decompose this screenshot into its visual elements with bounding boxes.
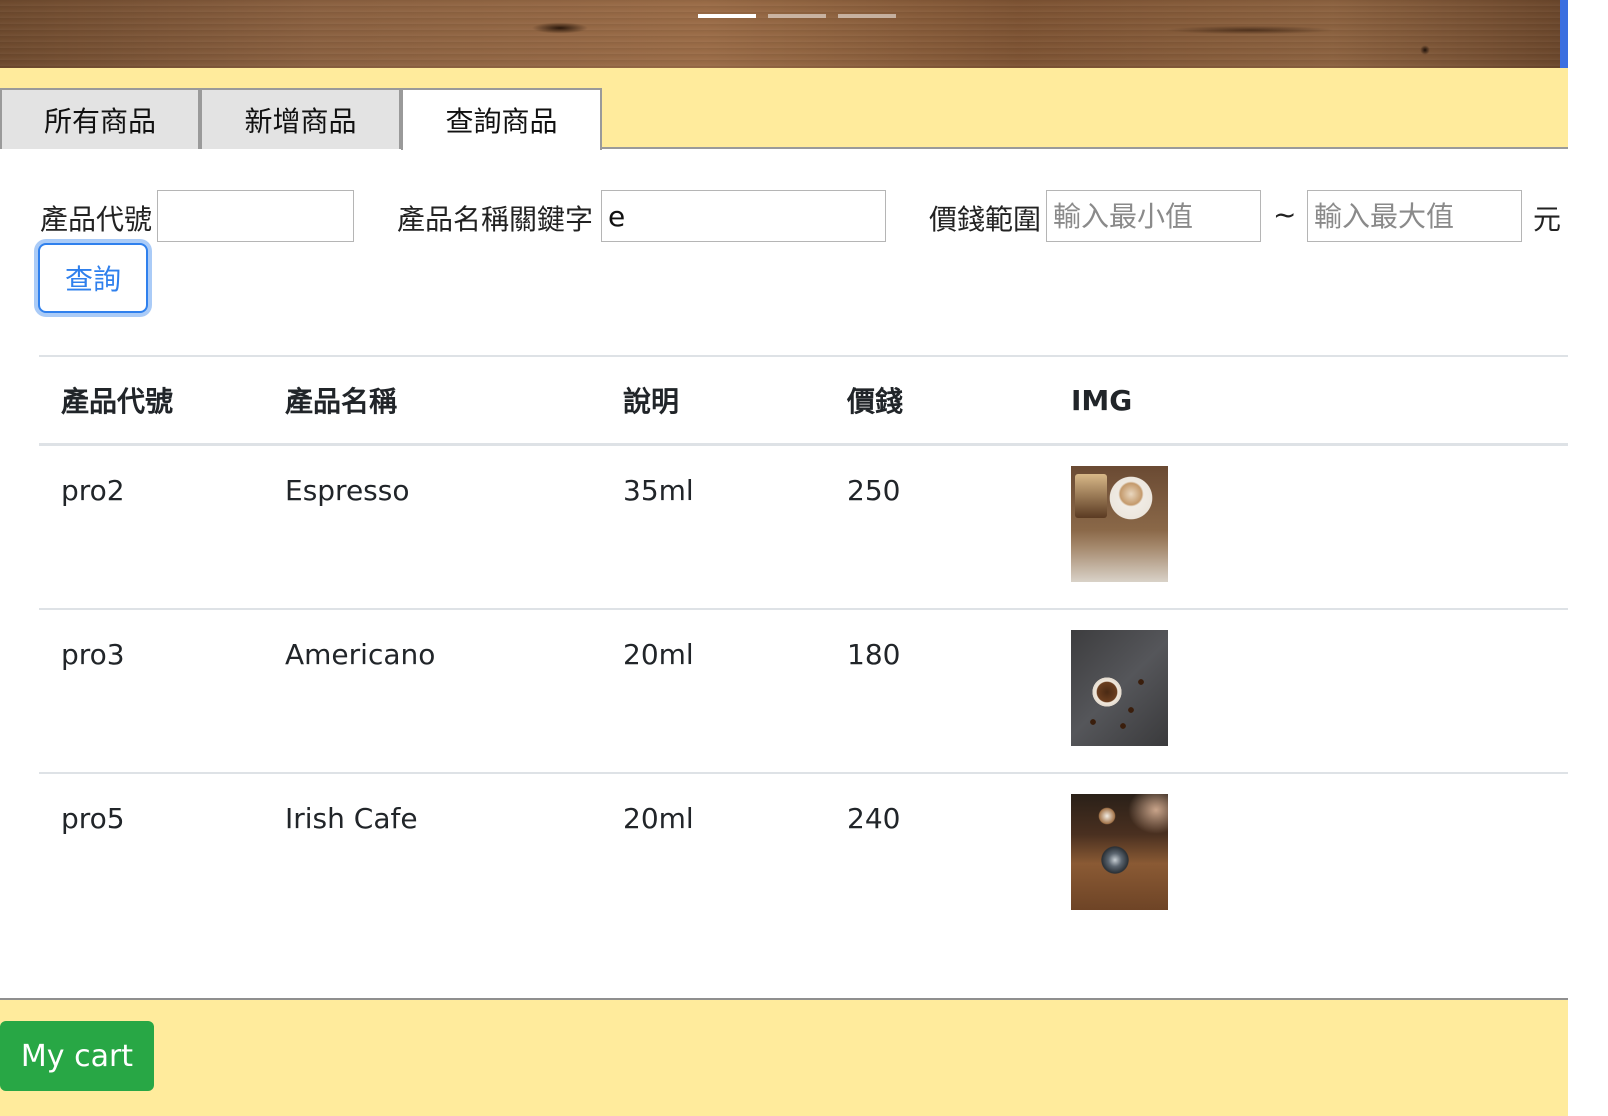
price-range-separator: ~ [1273,198,1297,231]
hero-carousel [0,0,1568,68]
carousel-indicator-3[interactable] [838,14,896,18]
product-table: 產品代號 產品名稱 說明 價錢 IMG pro2 Espresso 35ml 2… [39,355,1568,936]
footer-bar: My cart [0,998,1568,1116]
cell-product-name: Americano [263,609,601,774]
product-code-label: 產品代號 [40,203,153,236]
search-button[interactable]: 查詢 [38,243,148,313]
cell-description: 20ml [623,802,694,835]
product-name-keyword-input[interactable] [601,190,886,242]
table-row: pro3 Americano 20ml 180 [39,609,1568,774]
header-description: 說明 [601,355,825,446]
table-row: pro5 Irish Cafe 20ml 240 [39,773,1568,936]
cell-img [1049,773,1568,936]
cell-description: 35ml [601,444,825,610]
product-image-espresso [1071,466,1168,582]
tab-bar: 所有商品 新增商品 查詢商品 [0,68,1568,150]
my-cart-button[interactable]: My cart [0,1021,154,1091]
tab-search-product[interactable]: 查詢商品 [401,88,602,150]
header-product-code: 產品代號 [39,355,263,446]
search-form: 產品代號 產品名稱關鍵字 價錢範圍 ~ 元 [40,190,1568,244]
cell-img [1049,609,1568,774]
cell-price: 240 [847,802,901,835]
price-range-label: 價錢範圍 [929,203,1042,236]
carousel-indicator-1[interactable] [698,14,756,18]
table-row: pro2 Espresso 35ml 250 [39,444,1568,610]
product-name-keyword-label: 產品名稱關鍵字 [397,203,594,236]
header-img: IMG [1049,355,1568,446]
header-price: 價錢 [825,355,1049,446]
cell-price: 250 [825,444,1049,610]
cell-description: 20ml [601,609,825,774]
cell-product-code: pro2 [39,444,263,610]
page: 所有商品 新增商品 查詢商品 產品代號 產品名稱關鍵字 價錢範圍 ~ 元 查詢 … [0,0,1608,1116]
table-header-row: 產品代號 產品名稱 說明 價錢 IMG [39,355,1568,446]
tab-all-products[interactable]: 所有商品 [0,88,200,149]
product-image-americano [1071,630,1168,746]
price-max-input[interactable] [1307,190,1522,242]
tab-add-product[interactable]: 新增商品 [200,88,401,149]
cell-img [1049,444,1568,610]
carousel-indicator-2[interactable] [768,14,826,18]
price-min-input[interactable] [1046,190,1261,242]
hero-edge [1560,0,1568,68]
carousel-indicators [698,14,896,18]
currency-label: 元 [1533,203,1562,236]
cell-product-code: pro3 [39,609,263,774]
product-code-input[interactable] [157,190,354,242]
cell-price: 180 [825,609,1049,774]
right-scroll-gutter [1568,0,1608,1116]
cell-product-name: Espresso [263,444,601,610]
product-image-irish-cafe [1071,794,1168,910]
header-product-name: 產品名稱 [263,355,601,446]
cell-product-name: Irish Cafe [285,802,418,835]
cell-product-code: pro5 [61,802,125,835]
